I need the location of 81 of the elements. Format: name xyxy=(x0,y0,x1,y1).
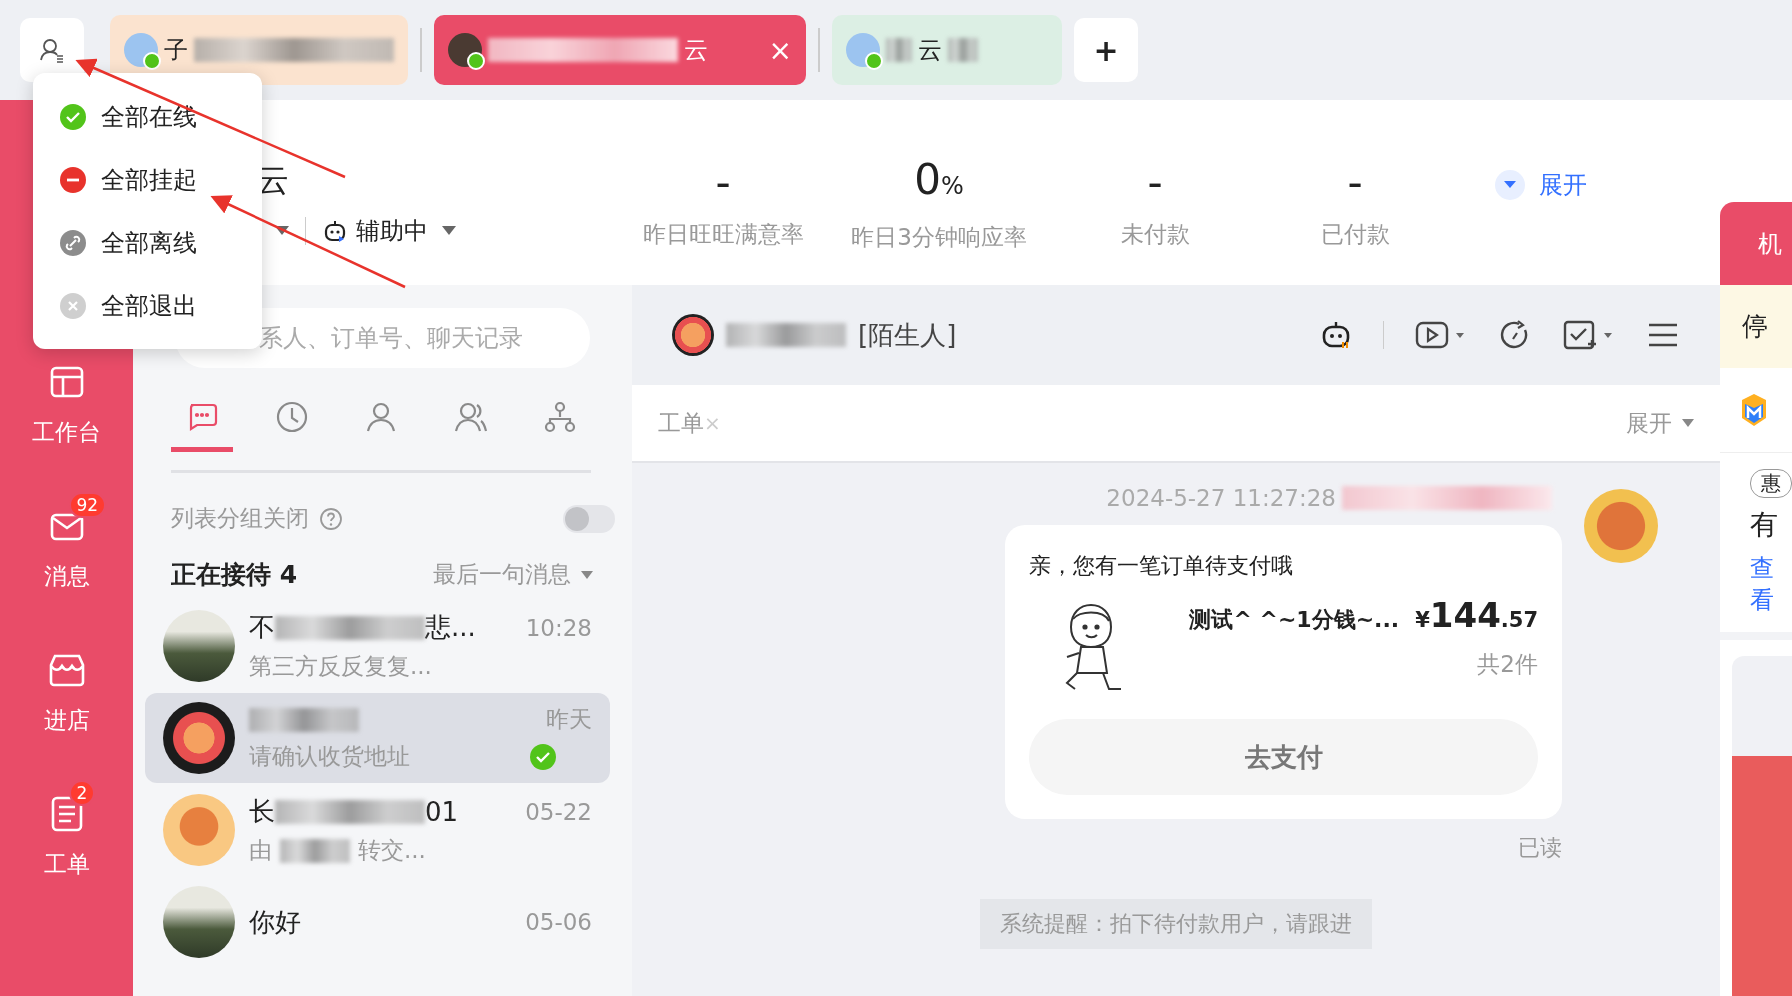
avatar-icon xyxy=(448,33,482,67)
help-icon[interactable] xyxy=(319,506,343,531)
conversation-item[interactable]: 你好 05-06 xyxy=(145,877,610,967)
message-preview: 请确认收货地址 xyxy=(249,742,410,771)
side-tab[interactable]: 机 xyxy=(1720,202,1792,285)
time-label: 10:28 xyxy=(525,614,592,641)
ticket-label: 工单 xyxy=(658,408,704,438)
link-icon xyxy=(59,228,87,257)
message-preview: 转交... xyxy=(358,836,426,865)
stat-value: 0% xyxy=(914,156,964,206)
conversation-item[interactable]: 不 悲... 10:28 第三方反反复复... xyxy=(145,601,610,691)
menu-item[interactable]: 全部在线 xyxy=(33,85,262,148)
assist-status-button[interactable]: 辅助中 xyxy=(322,214,456,247)
grouping-toggle[interactable] xyxy=(563,504,615,533)
price: ¥144.57 xyxy=(1415,595,1538,635)
grouping-label: 列表分组关闭 xyxy=(171,504,309,533)
stat-label: 昨日3分钟响应率 xyxy=(851,223,1027,252)
redacted-text xyxy=(948,38,978,62)
section-title: 正在接待 4 xyxy=(171,559,298,591)
sidebar-item[interactable]: 工作台 xyxy=(18,348,115,448)
user-icon xyxy=(38,36,66,64)
stat-label: 昨日旺旺满意率 xyxy=(642,220,804,249)
tab-label: 云 xyxy=(684,35,708,66)
sidebar-item[interactable]: 92 消息 xyxy=(29,492,104,592)
card-title: 亲，您有一笔订单待支付哦 xyxy=(1029,552,1294,580)
minus-icon xyxy=(59,165,87,194)
conversation-item[interactable]: 长 01 05-22 由 转交... xyxy=(145,785,610,875)
org-chart-icon xyxy=(543,400,577,434)
unread-count: 92 xyxy=(68,492,107,518)
message-preview: 第三方反反复复... xyxy=(249,652,432,681)
pay-button[interactable]: 去支付 xyxy=(1029,719,1538,795)
timestamp: 2024-5-27 11:27:28 xyxy=(1106,485,1336,511)
notice-text: 停 xyxy=(1720,285,1792,368)
add-tab-button[interactable]: + xyxy=(1074,18,1138,82)
item-count: 共2件 xyxy=(1477,650,1538,679)
time-label: 05-06 xyxy=(525,909,592,935)
contact-tag: [陌生人] xyxy=(858,317,957,353)
sort-dropdown[interactable]: 最后一句消息 xyxy=(433,559,593,590)
menu-item[interactable]: 全部离线 xyxy=(33,211,262,274)
stat-value: - xyxy=(1347,159,1363,207)
stat-value: - xyxy=(1147,159,1163,207)
time-label: 05-22 xyxy=(525,798,592,825)
shop-tab[interactable]: 云 xyxy=(832,15,1062,85)
stat-label: 已付款 xyxy=(1320,220,1390,249)
close-icon xyxy=(59,291,87,320)
stat-value: - xyxy=(715,159,731,207)
product-avatar xyxy=(672,314,714,356)
expand-button[interactable]: 展开 xyxy=(1495,168,1587,201)
people-icon xyxy=(453,400,488,434)
tab-label: 子 xyxy=(164,35,188,66)
avatar-icon xyxy=(846,33,880,67)
conversation-item[interactable]: 昨天 请确认收货地址 xyxy=(145,693,610,783)
sidebar-item[interactable]: 进店 xyxy=(29,636,104,736)
expand-button[interactable]: 展开 xyxy=(1626,407,1694,439)
contact-name: 悲... xyxy=(425,611,476,644)
info-text: 有 xyxy=(1750,507,1778,543)
product-name: 测试^ ^~1分钱~... xyxy=(1189,606,1400,634)
clock-icon xyxy=(274,400,309,434)
redacted-text xyxy=(886,38,912,62)
message-preview: 由 xyxy=(249,836,272,865)
stat-label: 未付款 xyxy=(1120,220,1190,249)
contact-name: 不 xyxy=(249,611,275,644)
account-status-button[interactable] xyxy=(20,18,84,82)
close-icon[interactable]: × xyxy=(768,33,792,67)
contact-name: 长 xyxy=(249,795,275,828)
sidebar-item[interactable]: 2 工单 xyxy=(29,780,104,880)
contact-name: 你好 xyxy=(249,905,301,939)
shop-tab[interactable]: 云 × xyxy=(434,15,806,85)
avatar-icon xyxy=(124,33,158,67)
read-status: 已读 xyxy=(1518,834,1562,862)
contact-name: 01 xyxy=(425,796,459,827)
tab-label: 云 xyxy=(918,35,942,66)
redacted-text xyxy=(280,838,350,863)
check-icon xyxy=(59,102,87,131)
time-label: 昨天 xyxy=(546,705,592,734)
shop-tab[interactable]: 子 xyxy=(110,15,408,85)
unread-count: 2 xyxy=(68,780,96,806)
system-notice: 系统提醒：拍下待付款用户，请跟进 xyxy=(980,899,1372,949)
tag: 惠 xyxy=(1750,469,1792,498)
person-icon xyxy=(364,400,398,434)
view-link[interactable]: 查看 xyxy=(1750,552,1792,616)
